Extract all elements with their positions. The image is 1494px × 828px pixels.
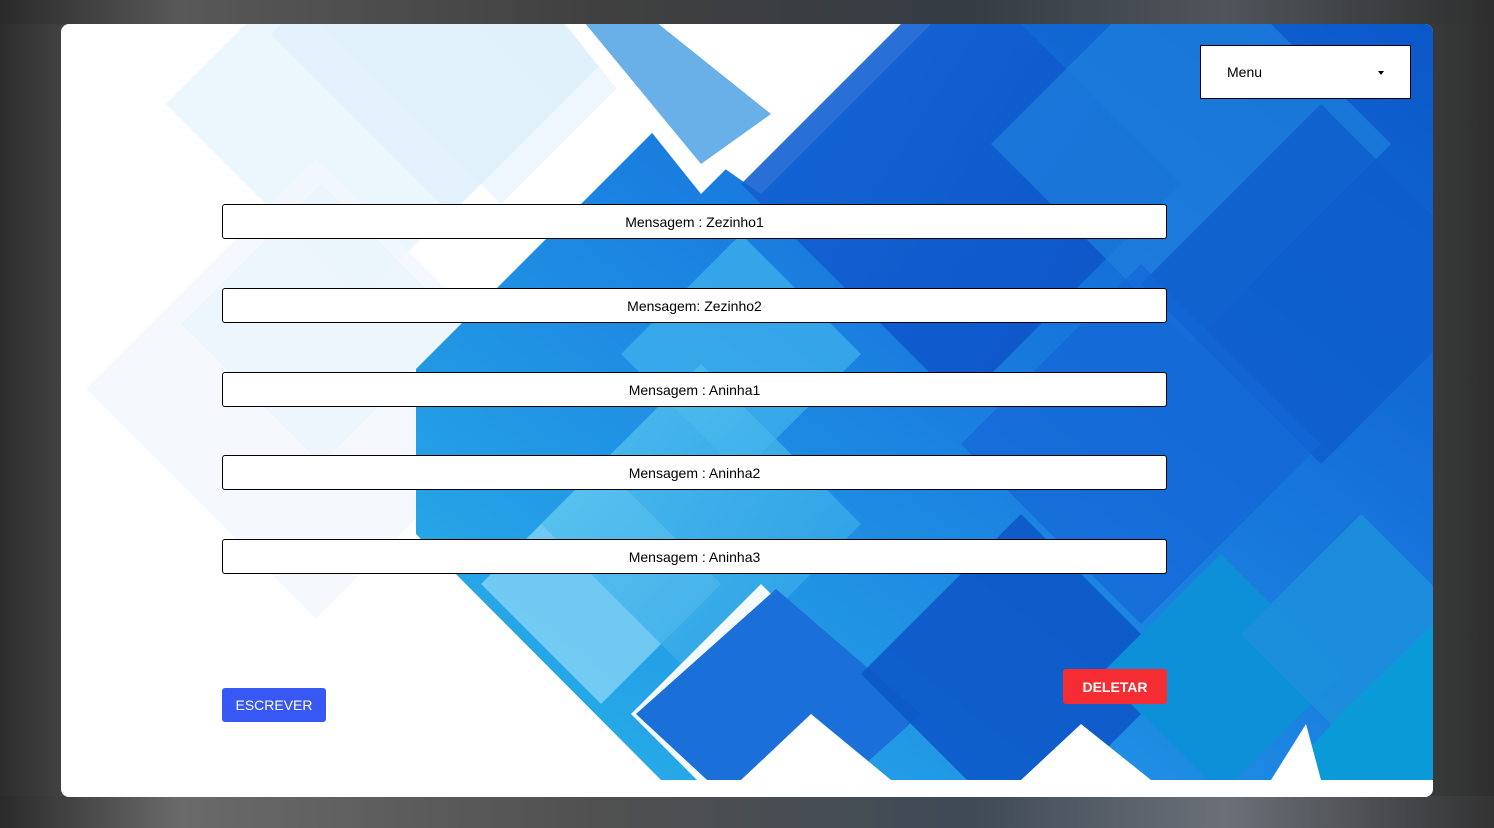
message-item[interactable]: Mensagem : Zezinho1 xyxy=(222,204,1167,239)
message-text: Mensagem : Zezinho1 xyxy=(625,213,764,230)
message-text: Mensagem: Zezinho2 xyxy=(627,297,762,314)
delete-button[interactable]: DELETAR xyxy=(1063,669,1167,704)
message-item[interactable]: Mensagem : Aninha1 xyxy=(222,372,1167,407)
app-window: Menu Mensagem : Zezinho1 Mensagem: Zezin… xyxy=(61,24,1433,797)
message-item[interactable]: Mensagem : Aninha3 xyxy=(222,539,1167,574)
menu-dropdown-label: Menu xyxy=(1227,64,1263,80)
message-text: Mensagem : Aninha2 xyxy=(628,464,761,481)
chevron-down-icon xyxy=(1378,71,1384,75)
message-text: Mensagem : Aninha3 xyxy=(628,548,761,565)
message-item[interactable]: Mensagem: Zezinho2 xyxy=(222,288,1167,323)
menu-dropdown[interactable]: Menu xyxy=(1200,45,1411,99)
screen-backdrop-bottom xyxy=(0,796,1494,828)
write-button[interactable]: ESCREVER xyxy=(222,688,326,722)
message-item[interactable]: Mensagem : Aninha2 xyxy=(222,455,1167,490)
screen-backdrop-top xyxy=(0,0,1494,24)
message-text: Mensagem : Aninha1 xyxy=(628,381,761,398)
